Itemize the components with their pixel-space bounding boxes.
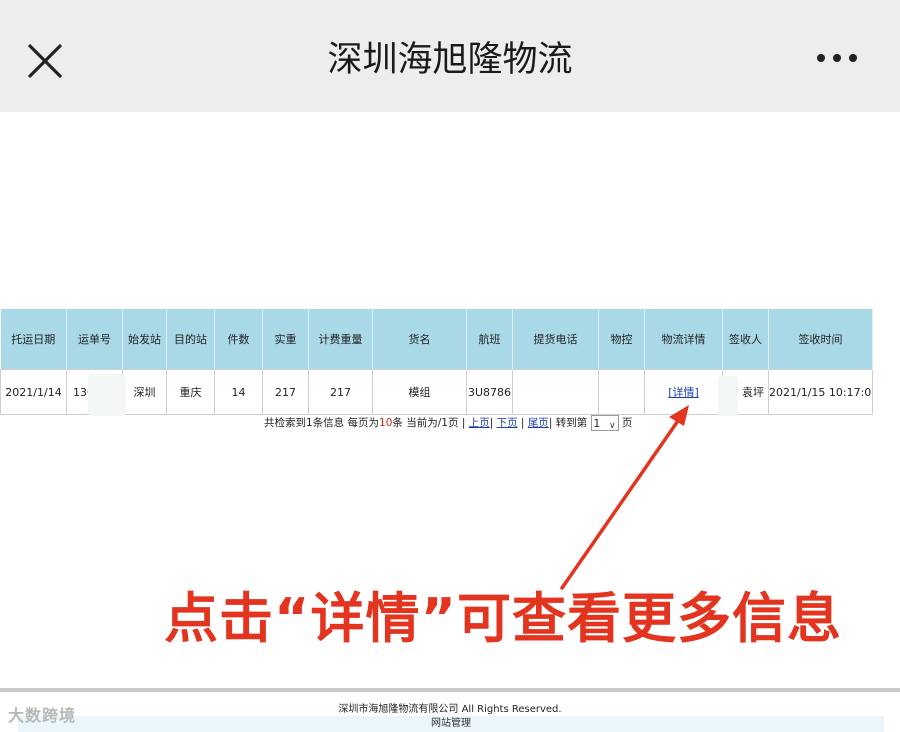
col-header: 航班 [466, 309, 513, 370]
cell-control [598, 369, 645, 415]
pagination: 共检索到1条信息 每页为10条 当前为/1页 | 上页| 下页 | 尾页| 转到… [264, 413, 632, 433]
watermark-logo: 大数跨境 [8, 706, 77, 725]
cell-pieces: 14 [214, 369, 263, 415]
cell-sign-time: 2021/1/15 10:17:00 [768, 369, 873, 415]
more-dots-icon[interactable] [812, 48, 862, 68]
chevron-down-icon: ∨ [608, 421, 616, 431]
pager-sep: | [489, 417, 497, 429]
redaction-blur [88, 374, 126, 416]
col-header: 物控 [598, 309, 645, 370]
pager-text: 条信息 每页为 [312, 417, 380, 429]
pager-current: 1 [441, 417, 448, 429]
cell-flight: 3U8786 [466, 369, 513, 415]
footer-divider [0, 688, 900, 692]
pager-text: 共检索到 [264, 417, 306, 429]
pager-text: 页 [621, 417, 633, 429]
callout-text: 点击“详情”可查看更多信息 [164, 587, 842, 650]
next-page-link[interactable]: 下页 [497, 417, 518, 429]
results-table: 托运日期 运单号 始发站 目的站 件数 实重 计费重量 货名 航班 提货电话 物… [0, 309, 873, 415]
redaction-blur [718, 376, 738, 416]
cell-origin: 深圳 [122, 369, 167, 415]
col-header: 运单号 [66, 309, 123, 370]
detail-link[interactable]: [详情] [668, 386, 699, 399]
prev-page-link[interactable]: 上页 [469, 417, 490, 429]
col-header: 件数 [214, 309, 263, 370]
cell-actual-weight: 217 [262, 369, 309, 415]
cell-phone [512, 369, 599, 415]
table-row: 2021/1/14 130 深圳 重庆 14 217 217 模组 3U8786… [0, 369, 873, 415]
col-header: 签收时间 [768, 309, 873, 370]
cell-detail: [详情] [644, 369, 723, 415]
pager-count: 1 [306, 417, 313, 429]
cell-date: 2021/1/14 [0, 369, 67, 415]
col-header: 签收人 [722, 309, 769, 370]
cell-goods: 模组 [372, 369, 467, 415]
col-header: 货名 [372, 309, 467, 370]
col-header: 提货电话 [512, 309, 599, 370]
admin-link[interactable]: 网站管理 [18, 716, 884, 732]
last-page-link[interactable]: 尾页 [528, 417, 549, 429]
cell-charge-weight: 217 [308, 369, 373, 415]
cell-destination: 重庆 [166, 369, 215, 415]
col-header: 托运日期 [0, 309, 67, 370]
copyright-text: 深圳市海旭隆物流有限公司 All Rights Reserved. [338, 704, 562, 715]
page-select[interactable]: 1 ∨ [590, 415, 619, 431]
col-header: 计费重量 [308, 309, 373, 370]
page-title: 深圳海旭隆物流 [327, 40, 573, 80]
col-header: 实重 [262, 309, 309, 370]
page-select-value: 1 [593, 418, 601, 430]
pager-per-page: 10 [379, 417, 393, 429]
pager-text: | 转到第 [548, 417, 588, 429]
col-header: 物流详情 [644, 309, 723, 370]
pager-sep: | [517, 417, 528, 429]
web-content: 托运日期 运单号 始发站 目的站 件数 实重 计费重量 货名 航班 提货电话 物… [0, 112, 900, 732]
pager-text: 条 当前为/ [392, 417, 442, 429]
pager-text: 页 | [447, 417, 469, 429]
table-header-row: 托运日期 运单号 始发站 目的站 件数 实重 计费重量 货名 航班 提货电话 物… [0, 309, 873, 370]
col-header: 始发站 [122, 309, 167, 370]
app-header-bar: 深圳海旭隆物流 [0, 0, 900, 112]
col-header: 目的站 [166, 309, 215, 370]
